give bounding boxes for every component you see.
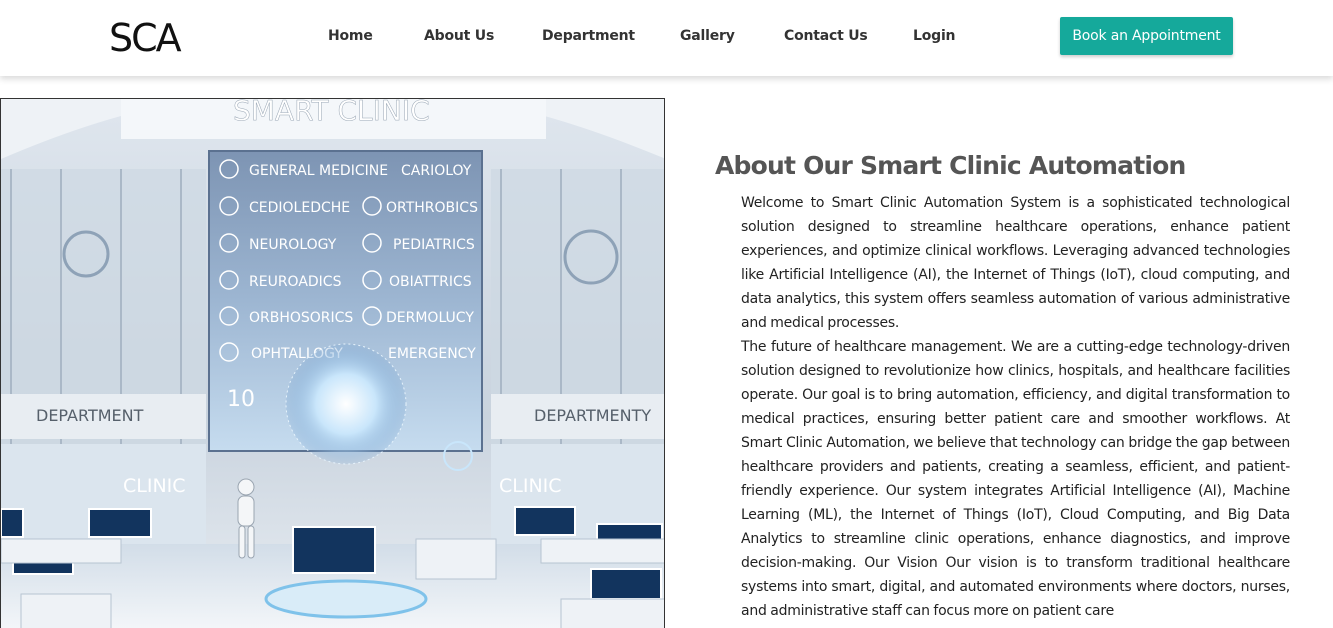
left-department-sign: DEPARTMENT — [36, 406, 144, 425]
main-nav: Home About Us Department Gallery Contact… — [0, 0, 1000, 76]
nav-link-department[interactable]: Department — [542, 28, 635, 44]
navbar: SCA Home About Us Department Gallery Con… — [0, 0, 1333, 76]
nav-link-gallery[interactable]: Gallery — [680, 28, 735, 44]
right-clinic-sign: CLINIC — [499, 475, 562, 497]
dept-label-12: EMERGENCY — [388, 346, 476, 362]
dept-label-9: ORBHOSORICS — [249, 310, 353, 326]
dept-label-7: REUROADICS — [249, 274, 342, 290]
data-globe — [286, 344, 406, 464]
panel-counter: 10 — [227, 387, 255, 412]
dept-label-6: PEDIATRICS — [393, 237, 475, 253]
nav-link-contact-us[interactable]: Contact Us — [784, 28, 868, 44]
about-section: About Our Smart Clinic Automation Welcom… — [715, 150, 1315, 619]
dept-label-10: DERMOLUCY — [386, 310, 474, 326]
about-paragraph-1: Welcome to Smart Clinic Automation Syste… — [741, 195, 1290, 331]
hero-clinic-image: DEPARTMENT DEPARTMENTY CLINIC CLINIC SMA… — [0, 98, 665, 628]
nav-link-home[interactable]: Home — [328, 28, 373, 44]
left-clinic-sign: CLINIC — [123, 475, 186, 497]
nav-link-login[interactable]: Login — [913, 28, 956, 44]
clinic-illustration: DEPARTMENT DEPARTMENTY CLINIC CLINIC SMA… — [1, 99, 664, 628]
dept-label-2: CARIOLOY — [401, 163, 472, 179]
about-paragraph-2: The future of healthcare management. We … — [741, 339, 1290, 619]
dept-label-5: NEUROLOGY — [249, 237, 337, 253]
nav-link-about-us[interactable]: About Us — [424, 28, 494, 44]
right-department-sign: DEPARTMENTY — [534, 406, 651, 425]
dept-label-8: OBIATTRICS — [389, 274, 472, 290]
about-title: About Our Smart Clinic Automation — [715, 151, 1186, 180]
dept-label-4: ORTHROBICS — [386, 200, 478, 216]
dept-label-1: GENERAL MEDICINE — [249, 163, 388, 179]
about-body: Welcome to Smart Clinic Automation Syste… — [741, 191, 1290, 623]
book-appointment-button[interactable]: Book an Appointment — [1060, 17, 1233, 55]
smart-clinic-sign: SMART CLINIC — [233, 99, 430, 127]
dept-label-3: CEDIOLEDCHE — [249, 200, 350, 216]
